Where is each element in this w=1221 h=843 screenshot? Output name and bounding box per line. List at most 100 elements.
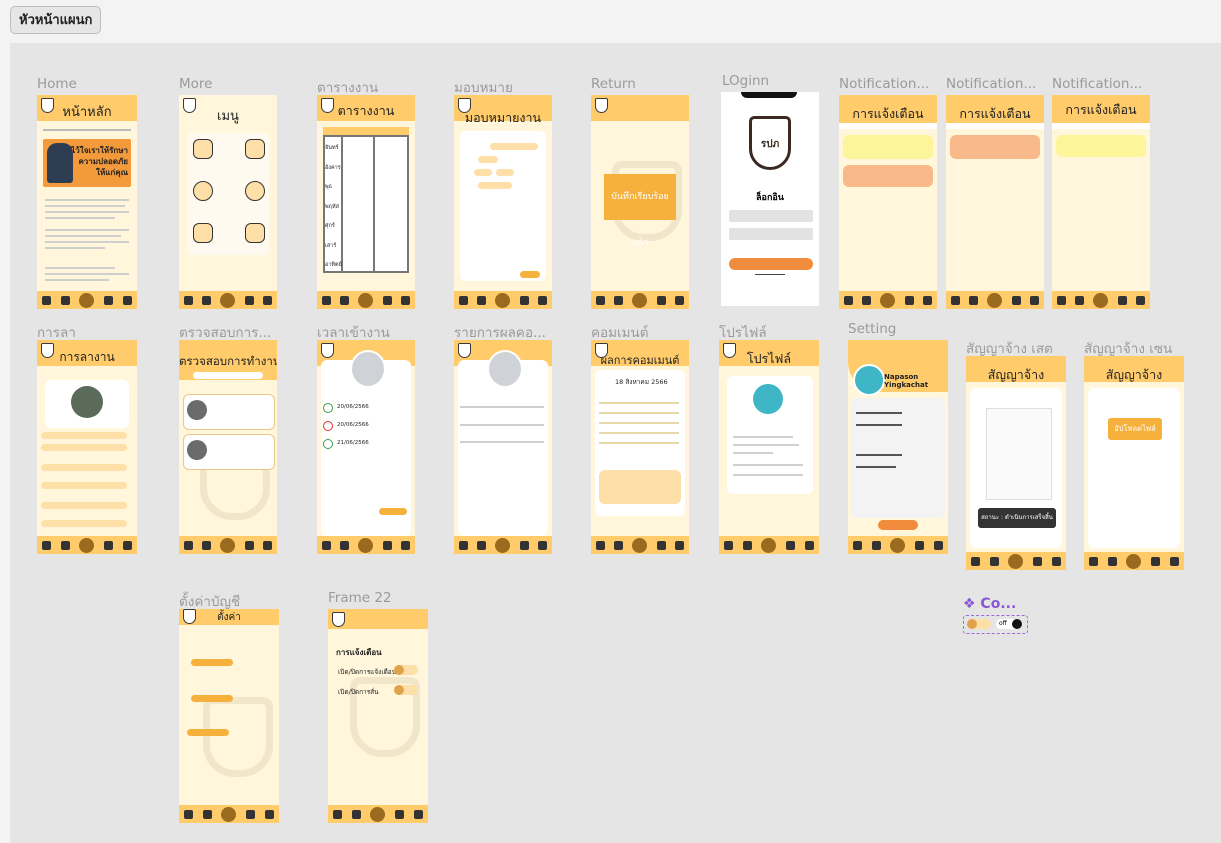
frame-account[interactable]: ตั้งค่า xyxy=(179,609,279,823)
bell-icon[interactable] xyxy=(340,540,350,550)
profile-icon[interactable] xyxy=(41,540,51,550)
profile-icon[interactable] xyxy=(183,540,193,550)
frame-assign[interactable]: มอบหมายงาน xyxy=(454,95,552,309)
logout-button[interactable] xyxy=(878,520,918,530)
gear-icon[interactable] xyxy=(1170,556,1180,566)
gear-icon[interactable] xyxy=(805,540,815,550)
home-icon[interactable] xyxy=(1008,553,1024,569)
home-icon[interactable] xyxy=(495,292,511,308)
notification-card[interactable] xyxy=(843,135,933,159)
bell-icon[interactable] xyxy=(614,295,624,305)
edit-phone-button[interactable] xyxy=(187,729,229,736)
account-item[interactable] xyxy=(856,412,902,414)
gear-icon[interactable] xyxy=(1030,295,1040,305)
bell-icon[interactable] xyxy=(871,540,881,550)
notification-card[interactable] xyxy=(950,135,1040,159)
time-from-field[interactable] xyxy=(474,169,492,176)
username-input[interactable] xyxy=(729,210,813,222)
name-select[interactable] xyxy=(490,143,538,150)
submit-button[interactable] xyxy=(379,508,407,515)
notification-tabs[interactable] xyxy=(1052,123,1150,129)
menu-icon[interactable] xyxy=(104,540,114,550)
frame-notif2[interactable]: การแจ้งเตือน xyxy=(946,95,1044,309)
frame-check[interactable]: ตรวจสอบการทำงาน xyxy=(179,340,277,554)
design-canvas[interactable]: Home หน้าหลัก ไว้ใจเราให้รักษา ความปลอดภั… xyxy=(10,43,1221,843)
toggle-on-variant[interactable] xyxy=(967,619,991,629)
check-menu-icon[interactable] xyxy=(193,181,213,201)
profile-icon[interactable] xyxy=(595,295,605,305)
document-menu-icon[interactable] xyxy=(193,223,213,243)
home-icon[interactable] xyxy=(1126,553,1142,569)
gear-icon[interactable] xyxy=(123,295,133,305)
profile-icon[interactable] xyxy=(1056,295,1066,305)
menu-icon[interactable] xyxy=(904,295,914,305)
profile-icon[interactable] xyxy=(183,809,193,819)
notification-toggle[interactable] xyxy=(394,665,418,675)
frame-profile[interactable]: โปรไฟล์ xyxy=(719,340,819,554)
home-icon[interactable] xyxy=(632,292,648,308)
notification-card[interactable] xyxy=(843,165,933,187)
time-to-field[interactable] xyxy=(496,169,514,176)
forgot-password-link[interactable] xyxy=(755,274,785,275)
frame-more[interactable]: เมนู xyxy=(179,95,277,309)
menu-icon[interactable] xyxy=(1117,295,1127,305)
frame-label-notif1[interactable]: Notification... xyxy=(839,76,929,92)
gear-icon[interactable] xyxy=(675,540,685,550)
location-field[interactable] xyxy=(478,182,512,189)
gear-icon[interactable] xyxy=(538,540,548,550)
frame-notif3[interactable]: การแจ้งเตือน xyxy=(1052,95,1150,309)
bell-icon[interactable] xyxy=(614,540,624,550)
frame-22[interactable]: การแจ้งเตือน เปิด/ปิดการแจ้งเตือน เปิด/ป… xyxy=(328,609,428,823)
component-set-label[interactable]: ❖ Co... xyxy=(963,596,1016,612)
login-button[interactable] xyxy=(729,258,813,270)
menu-icon[interactable] xyxy=(915,540,925,550)
gear-icon[interactable] xyxy=(923,295,933,305)
frame-label-frame22[interactable]: Frame 22 xyxy=(328,590,392,606)
gear-icon[interactable] xyxy=(265,809,275,819)
home-icon[interactable] xyxy=(220,292,236,308)
menu-icon[interactable] xyxy=(656,295,666,305)
gear-icon[interactable] xyxy=(414,809,424,819)
frame-label-notif2[interactable]: Notification... xyxy=(946,76,1036,92)
calendar-menu-icon[interactable] xyxy=(245,139,265,159)
profile-icon[interactable] xyxy=(332,809,342,819)
home-icon[interactable] xyxy=(221,806,237,822)
frame-contract-done[interactable]: สัญญาจ้าง สถานะ : ดำเนินการเสร็จสิ้น xyxy=(966,356,1066,570)
gear-icon[interactable] xyxy=(1052,556,1062,566)
bell-icon[interactable] xyxy=(477,295,487,305)
home-icon[interactable] xyxy=(79,537,95,553)
frame-label-login[interactable]: LOginn xyxy=(722,73,769,89)
frame-comment[interactable]: ผลการคอมเมนต์ 18 สิงหาคม 2566 xyxy=(591,340,689,554)
gear-icon[interactable] xyxy=(538,295,548,305)
menu-icon[interactable] xyxy=(1033,556,1043,566)
profile-icon[interactable] xyxy=(950,295,960,305)
home-icon[interactable] xyxy=(370,806,386,822)
bell-icon[interactable] xyxy=(969,295,979,305)
profile-icon[interactable] xyxy=(321,295,331,305)
menu-icon[interactable] xyxy=(382,295,392,305)
frame-schedule[interactable]: ตารางงาน จันทร์ อังคาร พุธ พฤหัส ศุกร์ เสาร์อ… xyxy=(317,95,415,309)
profile-icon[interactable] xyxy=(458,540,468,550)
menu-icon[interactable] xyxy=(519,540,529,550)
report-row[interactable] xyxy=(460,424,544,426)
frame-label-more[interactable]: More xyxy=(179,76,212,92)
home-icon[interactable] xyxy=(220,537,236,553)
profile-icon[interactable] xyxy=(843,295,853,305)
bell-icon[interactable] xyxy=(340,295,350,305)
home-icon[interactable] xyxy=(761,537,777,553)
home-icon[interactable] xyxy=(358,292,374,308)
frame-label-home[interactable]: Home xyxy=(37,76,77,92)
gear-icon[interactable] xyxy=(401,540,411,550)
profile-icon[interactable] xyxy=(1088,556,1098,566)
bell-icon[interactable] xyxy=(1107,556,1117,566)
bell-icon[interactable] xyxy=(989,556,999,566)
menu-icon[interactable] xyxy=(244,540,254,550)
report-row[interactable] xyxy=(460,406,544,408)
menu-icon[interactable] xyxy=(656,540,666,550)
bell-icon[interactable] xyxy=(351,809,361,819)
frame-login[interactable]: รปภ ล็อกอิน xyxy=(721,92,819,306)
edit-menu-icon[interactable] xyxy=(245,223,265,243)
bell-icon[interactable] xyxy=(60,295,70,305)
frame-report[interactable] xyxy=(454,340,552,554)
frame-leave[interactable]: การลางาน xyxy=(37,340,137,554)
